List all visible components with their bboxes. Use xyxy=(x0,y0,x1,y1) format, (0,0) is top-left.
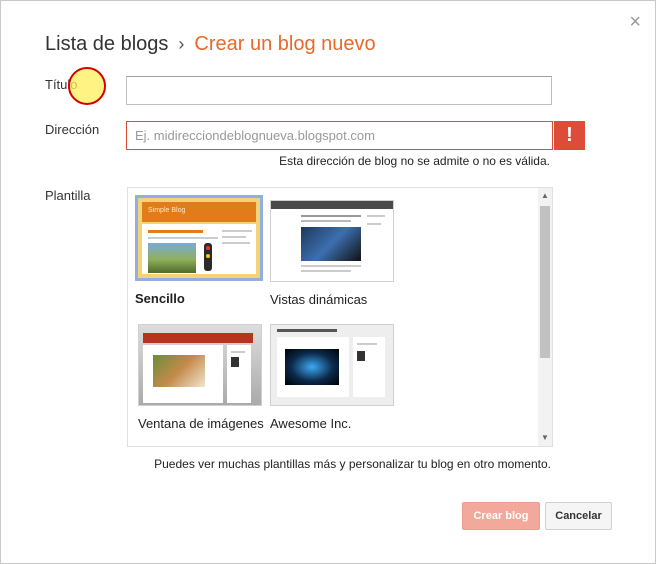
templates-note: Puedes ver muchas plantillas más y perso… xyxy=(154,457,551,471)
template-thumbnail xyxy=(270,324,394,406)
breadcrumb-blog-list[interactable]: Lista de blogs xyxy=(45,33,168,55)
page-title: Crear un blog nuevo xyxy=(194,33,376,55)
template-list: Simple Blog Sencillo Vistas dinámicas Ve… xyxy=(127,187,553,447)
scrollbar-thumb[interactable] xyxy=(540,206,550,358)
template-name: Ventana de imágenes xyxy=(138,416,264,431)
create-blog-dialog: × Lista de blogs › Crear un blog nuevo Tít… xyxy=(0,0,656,564)
template-thumb-header: Simple Blog xyxy=(142,202,256,222)
template-thumbnail: Simple Blog xyxy=(135,195,263,281)
template-sencillo[interactable]: Simple Blog Sencillo xyxy=(135,195,263,306)
create-blog-button[interactable]: Crear blog xyxy=(462,502,540,530)
breadcrumb-separator-icon: › xyxy=(178,34,185,54)
address-error-message: Esta dirección de blog no se admite o no… xyxy=(279,154,550,168)
template-name: Sencillo xyxy=(135,291,185,306)
template-thumbnail xyxy=(270,200,394,282)
cancel-button[interactable]: Cancelar xyxy=(545,502,612,530)
dialog-header: Lista de blogs › Crear un blog nuevo xyxy=(45,33,376,56)
template-name: Awesome Inc. xyxy=(270,416,352,431)
title-label: Título xyxy=(45,77,78,92)
scroll-down-icon[interactable]: ▼ xyxy=(538,432,552,444)
close-icon[interactable]: × xyxy=(629,12,641,32)
template-awesome-inc[interactable]: Awesome Inc. xyxy=(270,324,398,431)
address-label: Dirección xyxy=(45,122,100,137)
template-label: Plantilla xyxy=(45,188,91,203)
title-field[interactable] xyxy=(126,76,552,105)
address-field[interactable] xyxy=(126,121,553,150)
template-name: Vistas dinámicas xyxy=(270,292,368,307)
template-thumbnail xyxy=(138,324,262,406)
template-list-scrollbar[interactable]: ▲ ▼ xyxy=(538,188,552,446)
scroll-up-icon[interactable]: ▲ xyxy=(538,190,552,202)
template-vistas-dinamicas[interactable]: Vistas dinámicas xyxy=(270,200,398,307)
template-ventana-de-imagenes[interactable]: Ventana de imágenes xyxy=(138,324,266,431)
error-icon: ! xyxy=(554,121,585,150)
